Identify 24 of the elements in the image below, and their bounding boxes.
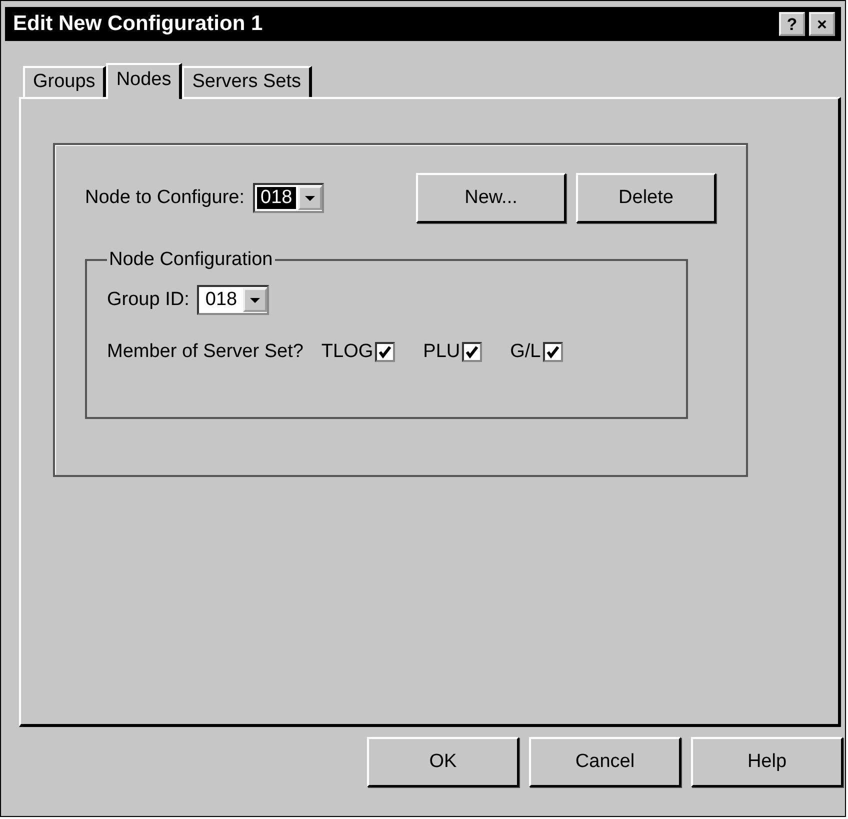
checkbox-label: TLOG <box>321 341 374 363</box>
push-button[interactable]: Help <box>691 737 843 787</box>
checkbox-label: G/L <box>510 341 541 363</box>
checkbox[interactable] <box>462 342 482 362</box>
close-button[interactable]: × <box>809 12 835 36</box>
tab[interactable]: Groups <box>23 66 106 97</box>
window-title: Edit New Configuration 1 <box>13 12 263 36</box>
tab[interactable]: Servers Sets <box>182 66 312 97</box>
checkbox-label: PLU <box>423 341 460 363</box>
combo-value: 018 <box>256 187 296 209</box>
push-button[interactable]: Delete <box>576 173 716 223</box>
help-button[interactable]: ? <box>779 12 805 36</box>
checkbox[interactable] <box>375 342 396 362</box>
node-combo-box[interactable]: 018 <box>252 183 324 213</box>
group-title: Node Configuration <box>109 249 273 270</box>
push-button[interactable]: OK <box>367 737 519 787</box>
tab[interactable]: Nodes <box>106 63 182 99</box>
field-label: Group ID: <box>107 289 190 311</box>
checkbox[interactable] <box>542 342 563 362</box>
field-label: Node to Configure: <box>85 187 244 209</box>
group-combo-box[interactable]: 018 <box>197 285 270 315</box>
push-button[interactable]: New... <box>416 173 566 223</box>
push-button[interactable]: Cancel <box>529 737 681 787</box>
field-label: Member of Server Set? <box>107 341 304 363</box>
